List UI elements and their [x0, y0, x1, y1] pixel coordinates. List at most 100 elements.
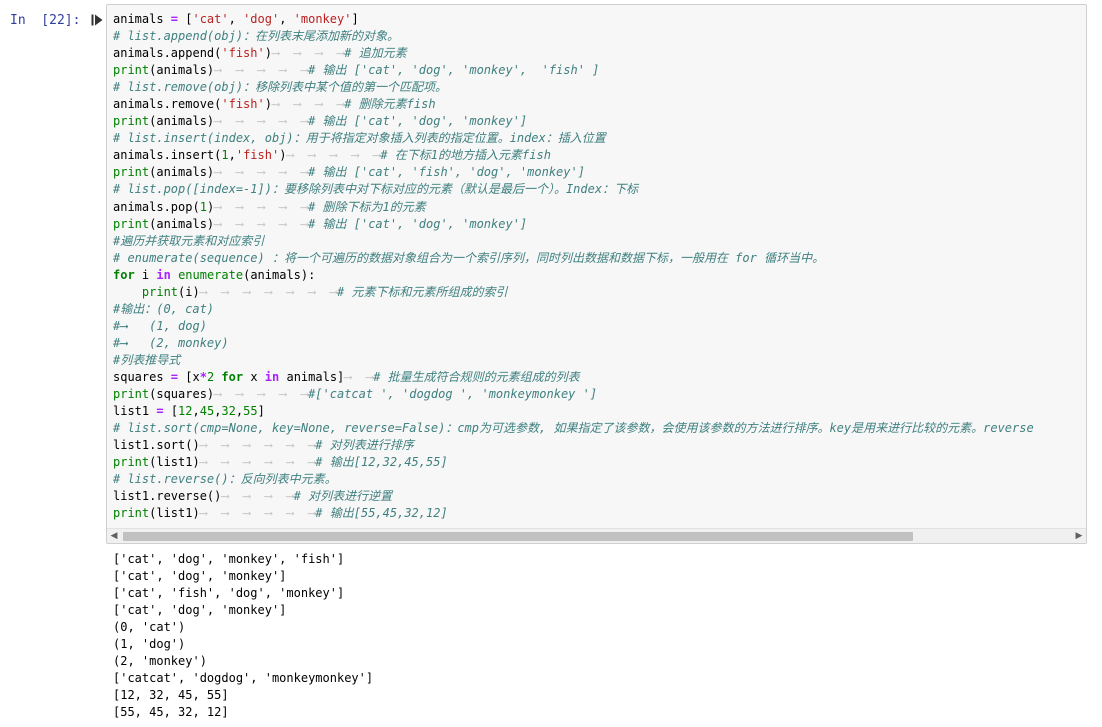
- scroll-right-icon[interactable]: ▶: [1072, 529, 1086, 543]
- code-line: #⟶ (1, dog): [113, 318, 1034, 335]
- code-token: print: [113, 387, 150, 402]
- tab-marker: ⟶ ⟶ ⟶ ⟶ ⟶: [214, 216, 309, 231]
- tab-marker: ⟶ ⟶: [344, 369, 374, 384]
- output-line: (2, 'monkey'): [113, 654, 207, 668]
- output-line: (1, 'dog'): [113, 637, 186, 651]
- code-line: print(animals)⟶ ⟶ ⟶ ⟶ ⟶# 输出 ['cat', 'fis…: [113, 164, 1034, 181]
- cell-output: ['cat', 'dog', 'monkey', 'fish'] ['cat', …: [113, 551, 373, 721]
- input-prompt: In [22]:: [10, 13, 81, 28]
- code-line: # list.pop([index=-1])：要移除列表中对下标对应的元素（默认…: [113, 181, 1034, 198]
- code-comment: # 元素下标和元素所组成的索引: [337, 284, 508, 299]
- code-line: # list.reverse()：反向列表中元素。: [113, 471, 1034, 488]
- code-line: print(i)⟶ ⟶ ⟶ ⟶ ⟶ ⟶ ⟶# 元素下标和元素所组成的索引: [113, 284, 1034, 301]
- scrollbar-thumb[interactable]: [123, 532, 913, 541]
- code-line: #输出：(0, cat): [113, 301, 1034, 318]
- code-comment: #['catcat ', 'dogdog ', 'monkeymonkey ']: [308, 387, 598, 402]
- code-token: print: [113, 63, 150, 78]
- code-token: list1: [113, 404, 157, 419]
- code-token: ,: [228, 148, 236, 163]
- tab-marker: ⟶ ⟶ ⟶ ⟶ ⟶ ⟶: [199, 455, 316, 470]
- code-token: print: [113, 506, 150, 521]
- output-line: ['cat', 'fish', 'dog', 'monkey']: [113, 586, 345, 600]
- code-line: for i in enumerate(animals):: [113, 267, 1034, 284]
- code-token: print: [113, 455, 150, 470]
- tab-marker: ⟶ ⟶ ⟶ ⟶ ⟶: [214, 165, 309, 180]
- code-token: (list1): [149, 455, 200, 470]
- output-line: [55, 45, 32, 12]: [113, 705, 229, 719]
- code-comment: # 输出 ['cat', 'dog', 'monkey']: [308, 216, 528, 231]
- code-content[interactable]: animals = ['cat', 'dog', 'monkey'] # list…: [113, 11, 1034, 522]
- code-line: #⟶ (2, monkey): [113, 335, 1034, 352]
- code-editor[interactable]: animals = ['cat', 'dog', 'monkey'] # list…: [106, 4, 1087, 544]
- code-token: (animals): [149, 114, 215, 129]
- code-token: 'fish': [221, 46, 265, 61]
- code-line: print(animals)⟶ ⟶ ⟶ ⟶ ⟶# 输出 ['cat', 'dog…: [113, 62, 1034, 79]
- scroll-left-icon[interactable]: ◀: [107, 529, 121, 543]
- code-line: # list.sort(cmp=None, key=None, reverse=…: [113, 420, 1034, 437]
- tab-marker: ⟶ ⟶ ⟶ ⟶ ⟶: [214, 114, 309, 129]
- code-comment: # 输出 ['cat', 'fish', 'dog', 'monkey']: [308, 165, 585, 180]
- code-token: 55: [243, 404, 258, 419]
- code-token: *: [199, 369, 207, 384]
- notebook-code-cell: In [22]: animals = ['cat', 'dog', 'monke…: [0, 0, 1102, 727]
- code-token: 45: [199, 404, 215, 419]
- code-token: for: [221, 369, 244, 384]
- code-line: animals.insert(1,'fish')⟶ ⟶ ⟶ ⟶ ⟶# 在下标1的…: [113, 147, 1034, 164]
- code-token: (animals): [149, 63, 215, 78]
- code-token: ,: [279, 12, 294, 26]
- code-line: animals = ['cat', 'dog', 'monkey']: [113, 11, 1034, 28]
- code-token: (i): [178, 284, 200, 299]
- code-comment: # list.append(obj)：在列表末尾添加新的对象。: [113, 29, 400, 44]
- code-token: 12: [178, 404, 193, 419]
- code-token: i: [134, 267, 157, 282]
- tab-marker: ⟶ ⟶ ⟶ ⟶: [271, 46, 345, 61]
- code-line: list1 = [12,45,32,55]: [113, 403, 1034, 420]
- code-comment: # 追加元素: [344, 46, 407, 61]
- tab-marker: ⟶ ⟶ ⟶ ⟶ ⟶ ⟶: [199, 438, 316, 453]
- code-token: (list1): [149, 506, 200, 521]
- code-token: 'fish': [235, 148, 280, 163]
- tab-marker: ⟶ ⟶ ⟶ ⟶: [271, 97, 345, 112]
- code-line: print(animals)⟶ ⟶ ⟶ ⟶ ⟶# 输出 ['cat', 'dog…: [113, 113, 1034, 130]
- output-line: ['cat', 'dog', 'monkey']: [113, 569, 287, 583]
- output-line: (0, 'cat'): [113, 620, 186, 634]
- code-token: ,: [228, 12, 244, 26]
- tab-marker: ⟶ ⟶ ⟶ ⟶ ⟶: [214, 387, 309, 402]
- code-comment: # 对列表进行排序: [315, 438, 414, 453]
- code-token: 1: [199, 199, 207, 214]
- output-line: ['catcat', 'dogdog', 'monkeymonkey']: [113, 671, 374, 685]
- code-token: (animals):: [243, 267, 316, 282]
- code-token: for: [113, 267, 135, 282]
- code-token: print: [113, 216, 150, 231]
- tab-marker: ⟶ ⟶ ⟶ ⟶ ⟶: [214, 63, 309, 78]
- code-token: (squares): [149, 387, 215, 402]
- code-line: animals.append('fish')⟶ ⟶ ⟶ ⟶# 追加元素: [113, 45, 1034, 62]
- tab-marker: ⟶ ⟶ ⟶ ⟶ ⟶: [286, 148, 381, 163]
- code-token: animals.append(: [113, 46, 222, 61]
- code-line: # list.remove(obj)：移除列表中某个值的第一个匹配项。: [113, 79, 1034, 96]
- code-comment: #遍历并获取元素和对应索引: [113, 233, 265, 248]
- code-token: =: [170, 369, 179, 384]
- code-comment: # list.remove(obj)：移除列表中某个值的第一个匹配项。: [113, 80, 448, 95]
- code-token: 1: [221, 148, 229, 163]
- tab-marker: ⟶ ⟶ ⟶ ⟶ ⟶ ⟶: [199, 506, 316, 521]
- code-comment: #列表推导式: [113, 352, 181, 367]
- run-cell-icon[interactable]: [91, 14, 103, 26]
- horizontal-scrollbar[interactable]: ◀ ▶: [107, 528, 1086, 543]
- code-token: list1.sort(): [113, 438, 200, 453]
- code-comment: # 对列表进行逆置: [293, 489, 393, 504]
- code-token: (animals): [149, 216, 215, 231]
- code-token: list1.reverse(): [113, 489, 222, 504]
- code-token: animals.insert(: [113, 148, 222, 163]
- code-comment: # list.sort(cmp=None, key=None, reverse=…: [113, 421, 1034, 436]
- code-line: print(list1)⟶ ⟶ ⟶ ⟶ ⟶ ⟶# 输出[12,32,45,55]: [113, 454, 1034, 471]
- code-token: ,: [192, 404, 200, 419]
- tab-marker: ⟶ ⟶ ⟶ ⟶: [221, 489, 294, 504]
- code-line: list1.sort()⟶ ⟶ ⟶ ⟶ ⟶ ⟶# 对列表进行排序: [113, 437, 1034, 454]
- code-token: 'monkey': [293, 12, 352, 26]
- code-line: # list.append(obj)：在列表末尾添加新的对象。: [113, 28, 1034, 45]
- code-token: 'fish': [221, 97, 265, 112]
- code-token: ): [264, 97, 272, 112]
